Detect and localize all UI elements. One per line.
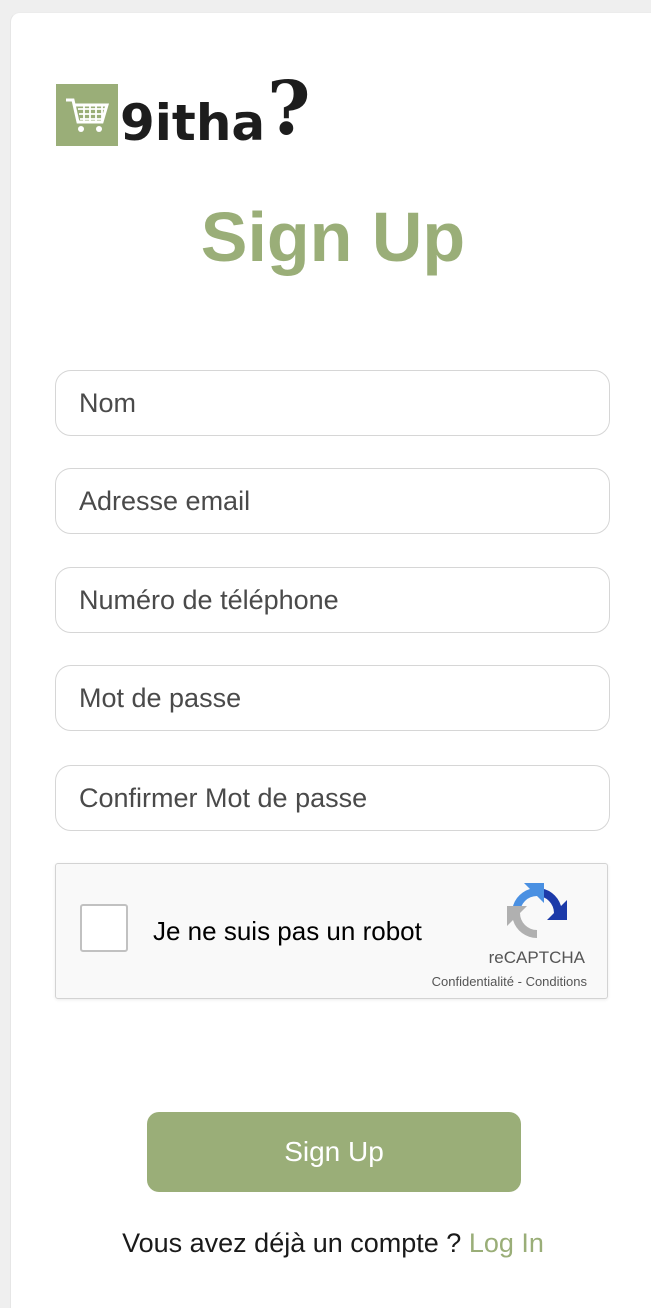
login-link[interactable]: Log In xyxy=(469,1228,544,1258)
brand-mark: ? xyxy=(267,66,311,152)
confirm-password-input[interactable] xyxy=(55,765,610,831)
email-input[interactable] xyxy=(55,468,610,534)
recaptcha-label: Je ne suis pas un robot xyxy=(153,916,422,946)
recaptcha-terms-link[interactable]: Conditions xyxy=(526,974,587,989)
page-title: Sign Up xyxy=(200,198,466,276)
recaptcha-links: Confidentialité - Conditions xyxy=(432,974,587,989)
recaptcha-privacy-link[interactable]: Confidentialité xyxy=(432,974,514,989)
recaptcha-widget: Je ne suis pas un robot reCAPTCHA Confid… xyxy=(55,863,608,999)
phone-input[interactable] xyxy=(55,567,610,633)
shopping-cart-icon xyxy=(56,84,118,146)
name-input[interactable] xyxy=(55,370,610,436)
login-prompt: Vous avez déjà un compte ? Log In xyxy=(0,1228,651,1259)
recaptcha-brand: reCAPTCHA xyxy=(488,948,585,967)
recaptcha-checkbox[interactable] xyxy=(80,904,128,952)
signup-button[interactable]: Sign Up xyxy=(147,1112,521,1192)
recaptcha-link-separator: - xyxy=(514,974,526,989)
login-prompt-text: Vous avez déjà un compte ? xyxy=(122,1228,469,1258)
recaptcha-icon xyxy=(504,880,570,946)
password-input[interactable] xyxy=(55,665,610,731)
brand-logo: 9itha ? xyxy=(56,72,311,148)
brand-name: 9itha xyxy=(120,94,266,152)
